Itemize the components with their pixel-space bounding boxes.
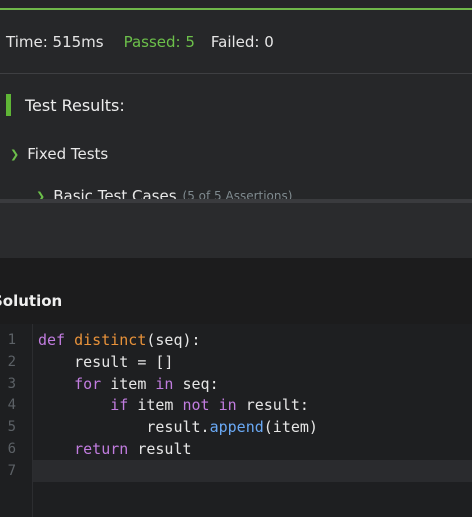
status-bar-indicator — [6, 94, 11, 116]
code-line-6: return result — [74, 440, 192, 458]
fixed-tests-label: Fixed Tests — [27, 145, 109, 163]
line-number: 7 — [7, 463, 16, 479]
active-line-highlight — [33, 460, 472, 482]
code-line-5: result.append(item) — [38, 418, 318, 436]
line-number: 2 — [7, 354, 16, 370]
fixed-tests-group[interactable]: ❯ Fixed Tests — [10, 143, 108, 165]
test-results-heading: Test Results: — [0, 92, 472, 118]
code-line-1: def distinct(seq): — [38, 331, 201, 349]
test-summary-bar: Time: 515ms Passed: 5 Failed: 0 — [0, 10, 472, 74]
chevron-down-icon: ❯ — [10, 147, 20, 161]
failed-stat: Failed: 0 — [210, 32, 274, 51]
code-line-3: for item in seq: — [74, 375, 219, 393]
solution-header: Solution — [0, 258, 472, 324]
line-number: 6 — [7, 441, 16, 457]
passed-stat: Passed: 5 — [123, 32, 195, 51]
time-stat: Time: 515ms — [6, 32, 104, 51]
line-number: 3 — [7, 376, 16, 392]
line-number-gutter: 1 2 3 4 5 6 7 — [0, 324, 33, 517]
code-editor[interactable]: 1 2 3 4 5 6 7 def distinct(seq): result … — [0, 324, 472, 517]
line-number: 1 — [7, 332, 16, 348]
basic-test-cases-group[interactable]: ❯ Basic Test Cases (5 of 5 Assertions) — [36, 185, 292, 200]
test-results-panel: Time: 515ms Passed: 5 Failed: 0 Test Res… — [0, 0, 472, 200]
solution-title: Solution — [0, 292, 63, 310]
panel-gap — [0, 203, 472, 258]
code-line-4: if item not in result: — [110, 396, 309, 414]
line-number: 4 — [7, 397, 16, 413]
line-number: 5 — [7, 419, 16, 435]
code-line-2: result = [] — [38, 353, 174, 371]
test-results-label: Test Results: — [25, 95, 125, 115]
